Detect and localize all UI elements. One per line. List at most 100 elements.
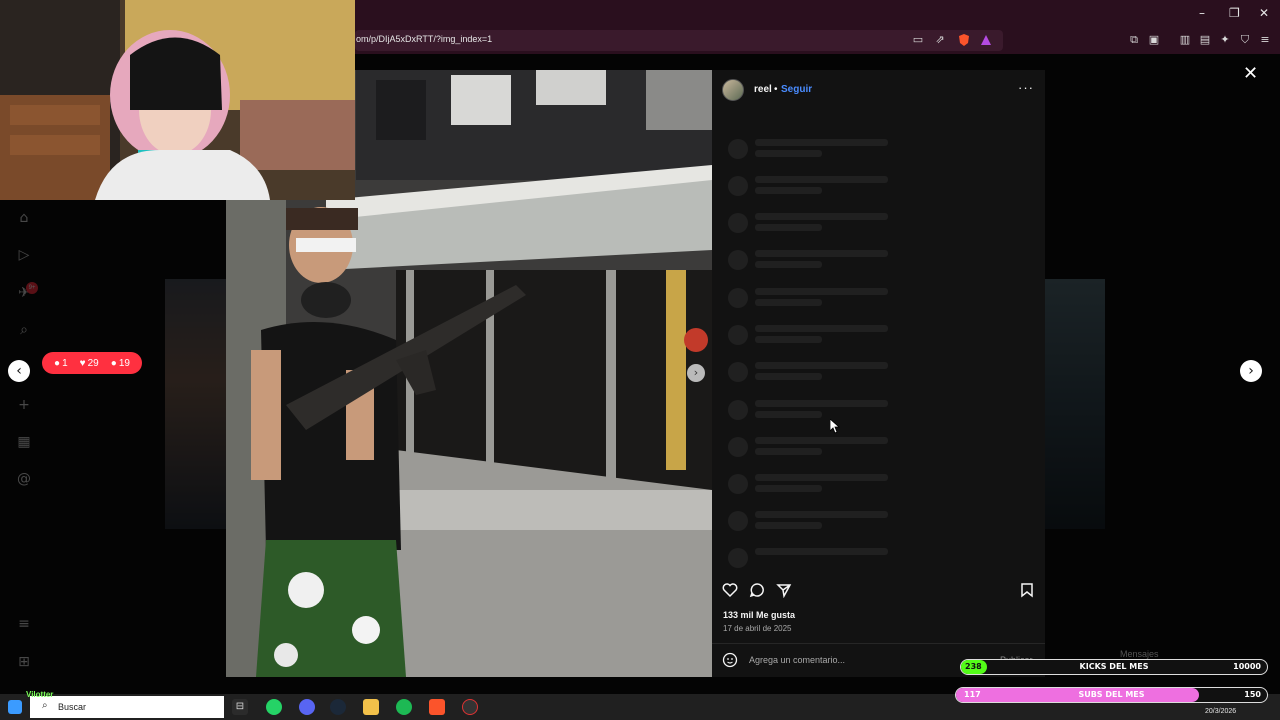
skeleton-line xyxy=(755,299,822,306)
avatar[interactable] xyxy=(722,79,744,101)
skeleton-line xyxy=(755,261,822,268)
followers-stat: ● 19 xyxy=(111,358,130,369)
skeleton-line xyxy=(755,437,888,444)
skeleton-avatar xyxy=(728,548,748,568)
skeleton-avatar xyxy=(728,288,748,308)
close-window-button[interactable]: ✕ xyxy=(1259,6,1269,20)
skeleton-line xyxy=(755,522,822,529)
like-heart-icon[interactable] xyxy=(722,582,738,598)
likes-count-text[interactable]: 133 mil Me gusta xyxy=(723,610,795,620)
person-icon: ● xyxy=(110,357,117,369)
comments-stat: ● 1 xyxy=(54,358,68,369)
skeleton-line xyxy=(755,325,888,332)
chat-username: Vilotter xyxy=(26,690,54,699)
follow-button[interactable]: Seguir xyxy=(781,84,812,95)
skeleton-line xyxy=(755,511,888,518)
search-icon: ⌕ xyxy=(42,700,48,711)
skeleton-line xyxy=(755,485,822,492)
skeleton-line xyxy=(755,176,888,183)
task-view-icon[interactable]: ⊟ xyxy=(232,699,248,715)
menu-icon[interactable]: ≡ xyxy=(1258,33,1272,47)
whatsapp-icon[interactable] xyxy=(266,699,282,715)
emoji-icon[interactable] xyxy=(722,652,738,668)
carousel-next-button[interactable]: › xyxy=(687,364,705,382)
kicks-goal: 10000 xyxy=(1233,662,1261,671)
likes-stat: ♥ 29 xyxy=(80,358,99,369)
skeleton-avatar xyxy=(728,325,748,345)
skeleton-line xyxy=(755,474,888,481)
skeleton-line xyxy=(755,213,888,220)
skeleton-avatar xyxy=(728,511,748,531)
start-button-icon[interactable] xyxy=(8,700,22,714)
wallet-icon[interactable]: ▤ xyxy=(1198,33,1212,47)
more-options-icon[interactable]: ··· xyxy=(1018,80,1034,95)
spotify-icon[interactable] xyxy=(396,699,412,715)
comments-count: 1 xyxy=(62,357,68,369)
obs-icon[interactable] xyxy=(462,699,478,715)
skeleton-line xyxy=(755,288,888,295)
skeleton-line xyxy=(755,250,888,257)
skeleton-line xyxy=(755,139,888,146)
followers-count: 19 xyxy=(118,357,130,369)
minimize-button[interactable]: – xyxy=(1199,6,1205,20)
webcam-feed xyxy=(0,0,355,200)
heart-icon: ♥ xyxy=(79,357,86,369)
file-explorer-icon[interactable] xyxy=(363,699,379,715)
brave-shield-icon[interactable] xyxy=(957,33,971,47)
comment-bubble-icon[interactable] xyxy=(749,582,765,598)
subs-goal: 150 xyxy=(1244,690,1261,699)
skeleton-line xyxy=(755,448,822,455)
skeleton-avatar xyxy=(728,400,748,420)
skeleton-avatar xyxy=(728,250,748,270)
skeleton-line xyxy=(755,187,822,194)
skeleton-line xyxy=(755,336,822,343)
comment-icon: ● xyxy=(54,357,61,369)
share-plane-icon[interactable] xyxy=(776,582,792,599)
vpn-icon[interactable]: ⛉ xyxy=(1238,33,1252,47)
bookmark-icon[interactable] xyxy=(1019,582,1035,598)
messages-label[interactable]: Mensajes xyxy=(1120,649,1159,659)
comment-input[interactable]: Agrega un comentario... xyxy=(749,655,845,665)
separator-dot: • xyxy=(774,84,778,95)
likes-count: 29 xyxy=(87,357,99,369)
skeleton-avatar xyxy=(728,213,748,233)
skeleton-line xyxy=(755,373,822,380)
share-icon[interactable]: ⇗ xyxy=(933,33,947,47)
discord-icon[interactable] xyxy=(299,699,315,715)
skeleton-avatar xyxy=(728,437,748,457)
skeleton-line xyxy=(755,150,822,157)
post-username[interactable]: reel xyxy=(754,84,772,95)
taskbar-search-text[interactable]: Buscar xyxy=(58,702,86,712)
skeleton-line xyxy=(755,411,822,418)
kicks-goal-bar: 238 KICKS DEL MES 10000 xyxy=(960,659,1268,675)
extensions-icon[interactable]: ⧉ xyxy=(1127,33,1141,47)
skeleton-line xyxy=(755,548,888,555)
previous-post-button[interactable]: ‹ xyxy=(8,360,30,382)
skeleton-line xyxy=(755,400,888,407)
post-date: 17 de abril de 2025 xyxy=(723,624,792,633)
streamer-webcam xyxy=(0,0,355,200)
skeleton-avatar xyxy=(728,139,748,159)
skeleton-avatar xyxy=(728,176,748,196)
brave-rewards-icon[interactable] xyxy=(979,33,993,47)
subs-label: SUBS DEL MES xyxy=(1078,690,1145,699)
skeleton-line xyxy=(755,224,822,231)
tab-search-icon[interactable]: ▣ xyxy=(1147,33,1161,47)
sidebar-toggle-icon[interactable]: ▥ xyxy=(1178,33,1192,47)
brave-browser-icon[interactable] xyxy=(429,699,445,715)
skeleton-avatar xyxy=(728,362,748,382)
activity-stats-pill[interactable]: ● 1 ♥ 29 ● 19 xyxy=(42,352,142,374)
steam-icon[interactable] xyxy=(330,699,346,715)
skeleton-avatar xyxy=(728,474,748,494)
close-modal-icon[interactable]: ✕ xyxy=(1243,63,1258,84)
cast-icon[interactable]: ▭ xyxy=(911,33,925,47)
maximize-button[interactable]: ❐ xyxy=(1229,6,1240,20)
kicks-label: KICKS DEL MES xyxy=(1079,662,1149,671)
address-text[interactable]: om/p/DIjA5xDxRTT/?img_index=1 xyxy=(356,34,492,44)
skeleton-line xyxy=(755,362,888,369)
subs-goal-bar: 117 SUBS DEL MES 150 xyxy=(955,687,1268,703)
leo-ai-icon[interactable]: ✦ xyxy=(1218,33,1232,47)
clock-date: 20/3/2026 xyxy=(1205,708,1237,715)
next-post-button[interactable]: › xyxy=(1240,360,1262,382)
divider xyxy=(712,643,1045,644)
